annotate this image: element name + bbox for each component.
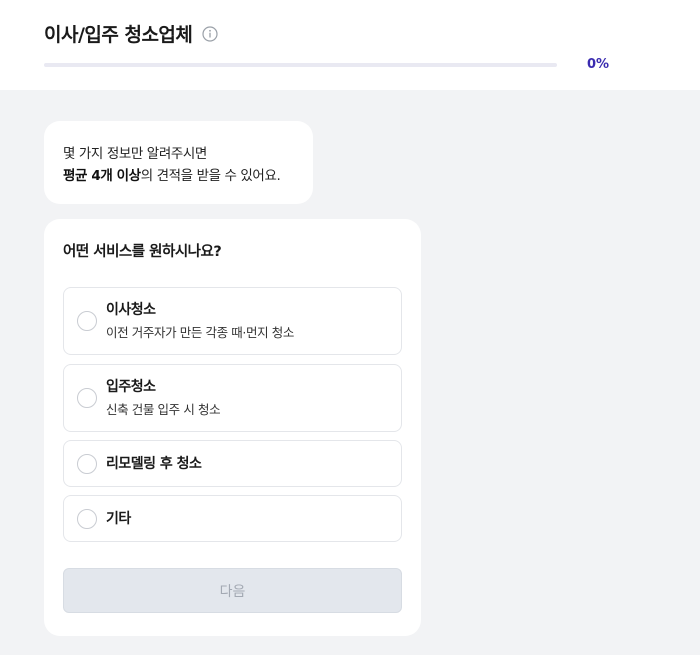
option-label: 이사청소 xyxy=(106,302,156,318)
radio-button[interactable] xyxy=(77,508,97,529)
radio-button[interactable] xyxy=(77,311,97,331)
question-card: 어떤 서비스를 원하시나요? 이사청소 이전 거주자가 만든 각종 때·먼지 청… xyxy=(44,219,421,636)
progress-bar xyxy=(44,63,557,67)
next-button[interactable]: 다음 xyxy=(63,568,402,613)
option-text: 리모델링 후 청소 xyxy=(106,454,202,474)
question-title: 어떤 서비스를 원하시나요? xyxy=(63,244,222,260)
header: 이사/입주 청소업체 0% xyxy=(0,0,700,90)
option-text: 입주청소 신축 건물 입주 시 청소 xyxy=(106,377,221,419)
option-move-out-cleaning[interactable]: 이사청소 이전 거주자가 만든 각종 때·먼지 청소 xyxy=(63,287,402,355)
intro-highlight: 평균 4개 이상 xyxy=(63,168,141,184)
option-other[interactable]: 기타 xyxy=(63,495,402,542)
option-description: 신축 건물 입주 시 청소 xyxy=(106,402,221,417)
radio-button[interactable] xyxy=(77,453,97,474)
progress-percent: 0% xyxy=(587,57,610,72)
title-row: 이사/입주 청소업체 xyxy=(44,20,219,47)
info-icon[interactable] xyxy=(202,25,219,42)
option-description: 이전 거주자가 만든 각종 때·먼지 청소 xyxy=(106,325,294,340)
option-label: 기타 xyxy=(106,510,131,527)
option-move-in-cleaning[interactable]: 입주청소 신축 건물 입주 시 청소 xyxy=(63,364,402,432)
option-label: 입주청소 xyxy=(106,379,156,395)
intro-line1: 몇 가지 정보만 알려주시면 xyxy=(63,146,207,162)
option-text: 기타 xyxy=(106,509,131,529)
intro-message: 몇 가지 정보만 알려주시면 평균 4개 이상의 견적을 받을 수 있어요. xyxy=(44,121,313,204)
option-label: 리모델링 후 청소 xyxy=(106,455,202,472)
radio-button[interactable] xyxy=(77,388,97,408)
intro-line2: 평균 4개 이상의 견적을 받을 수 있어요. xyxy=(63,165,313,187)
option-text: 이사청소 이전 거주자가 만든 각종 때·먼지 청소 xyxy=(106,300,294,342)
page-title: 이사/입주 청소업체 xyxy=(44,24,193,46)
option-post-remodeling-cleaning[interactable]: 리모델링 후 청소 xyxy=(63,440,402,487)
intro-line2-rest: 의 견적을 받을 수 있어요. xyxy=(140,168,281,184)
